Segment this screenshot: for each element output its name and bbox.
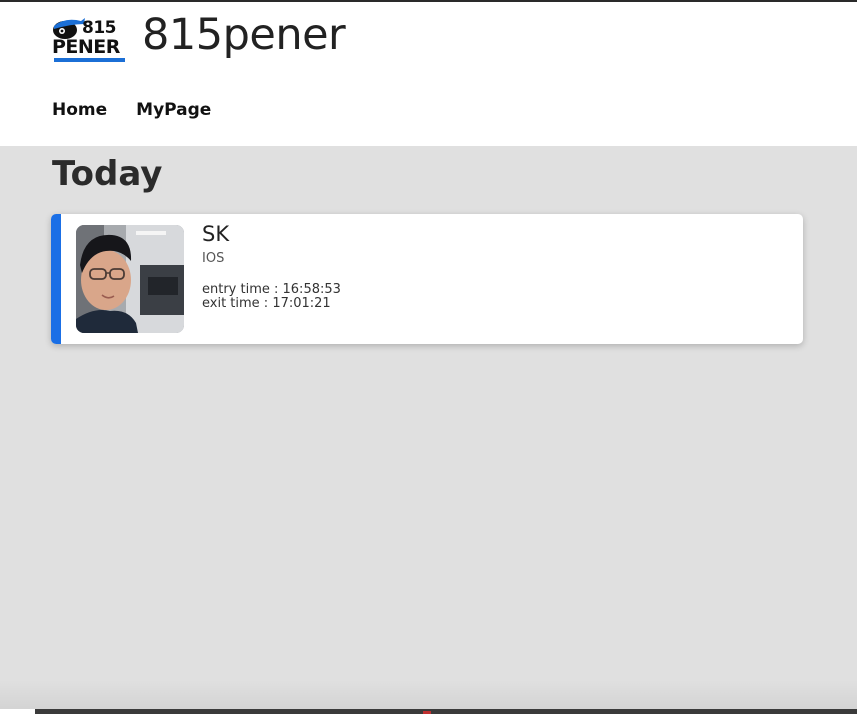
nav-home-link[interactable]: Home <box>52 100 107 120</box>
card-user-name: SK <box>202 222 230 246</box>
site-logo[interactable]: 815 PENER <box>51 15 127 65</box>
main-nav: Home MyPage <box>52 100 211 120</box>
card-exit-time: exit time : 17:01:21 <box>202 296 331 311</box>
logo-number: 815 <box>82 18 117 38</box>
logo-strip <box>54 58 125 62</box>
nav-mypage-link[interactable]: MyPage <box>136 100 211 120</box>
card-accent-bar <box>51 214 61 344</box>
user-photo-image <box>76 225 184 333</box>
section-title: Today <box>52 154 163 194</box>
taskbar-indicator <box>423 711 431 714</box>
card-platform: IOS <box>202 251 225 266</box>
site-header: 815 PENER 815pener Home MyPage <box>0 2 857 146</box>
site-title[interactable]: 815pener <box>142 10 346 62</box>
user-photo <box>76 225 184 333</box>
app-window: 815 PENER 815pener Home MyPage Today SK … <box>0 0 857 715</box>
attendance-card[interactable]: SK IOS entry time : 16:58:53 exit time :… <box>51 214 803 344</box>
logo-word: PENER <box>52 36 120 58</box>
bottom-shadow <box>0 680 857 710</box>
taskbar-strip <box>35 709 857 714</box>
